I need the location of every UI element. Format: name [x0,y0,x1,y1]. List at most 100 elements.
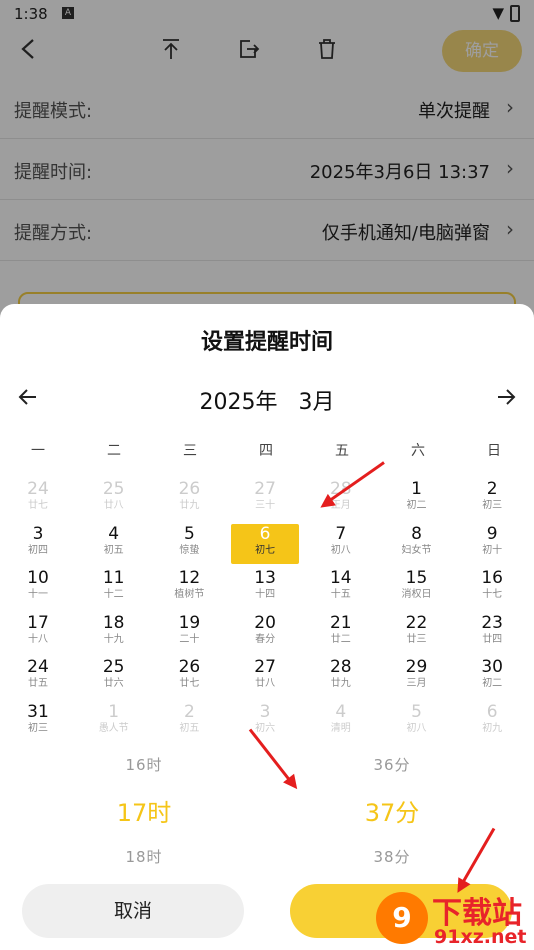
day-number: 27 [254,657,276,678]
lunar-label: 十五 [330,589,351,601]
calendar-day[interactable]: 19 二十 [155,613,223,653]
weekday-label: 日 [487,443,501,459]
calendar-day[interactable]: 30 初二 [458,657,526,697]
calendar-day[interactable]: 28 正月 [307,479,375,519]
watermark: 9 下载站 91xz.net [376,888,534,950]
hour-prev[interactable]: 16时 [44,754,244,775]
next-month-icon[interactable] [496,384,516,412]
lunar-label: 初三 [28,723,48,734]
lunar-label: 植树节 [174,589,205,601]
hour-selected[interactable]: 17时 [44,793,244,828]
day-number: 25 [102,657,125,678]
calendar-day[interactable]: 18 十九 [80,613,148,653]
lunar-label: 廿四 [482,633,503,645]
minute-next[interactable]: 38分 [292,846,492,867]
calendar-day[interactable]: 1 愚人节 [80,702,148,742]
time-picker-sheet: 设置提醒时间 2025年 3月 一二三四五六日 24 廿七 25 廿八 26 廿九 27 三十… [0,304,534,950]
calendar-day[interactable]: 2 初五 [155,702,223,742]
calendar-day[interactable]: 25 廿六 [80,657,148,697]
day-number: 9 [486,523,498,544]
day-number: 28 [329,479,352,499]
calendar-day[interactable]: 25 廿八 [80,479,148,519]
calendar-day[interactable]: 22 廿三 [383,613,451,653]
year-month-label: 2025年 3月 [0,384,534,416]
day-number: 22 [405,612,428,633]
watermark-logo: 9 [376,892,428,944]
calendar-day-selected[interactable]: 6 初七 [231,523,300,564]
lunar-label: 十八 [28,633,48,645]
calendar-day[interactable]: 4 初五 [80,524,148,564]
month-label: 3月 [298,390,335,415]
day-number: 20 [254,612,276,633]
day-number: 4 [335,702,347,722]
lunar-label: 初八 [330,544,351,556]
day-number: 15 [405,568,428,589]
day-number: 1 [108,702,120,722]
day-number: 24 [27,479,49,499]
calendar-day[interactable]: 23 廿四 [458,613,526,653]
day-number: 26 [178,657,201,678]
calendar-day[interactable]: 5 惊蛰 [155,524,223,564]
lunar-label: 初二 [406,500,427,511]
weekday-label: 四 [259,443,273,459]
calendar-day[interactable]: 1 初二 [383,479,451,519]
day-number: 25 [102,479,125,499]
calendar-day[interactable]: 8 妇女节 [383,524,451,564]
calendar-day[interactable]: 26 廿七 [155,657,223,697]
lunar-label: 廿三 [406,633,427,645]
calendar-day[interactable]: 3 初六 [231,702,299,742]
day-number: 3 [259,702,271,722]
lunar-label: 妇女节 [401,544,432,556]
calendar-day[interactable]: 9 初十 [458,524,526,564]
calendar-day[interactable]: 24 廿七 [4,479,72,519]
calendar-day[interactable]: 4 清明 [307,702,375,742]
day-number: 14 [329,568,352,589]
minute-selected[interactable]: 37分 [292,793,492,828]
day-number: 12 [178,568,201,589]
calendar-day[interactable]: 24 廿五 [4,657,72,697]
weekday-label: 五 [335,443,349,459]
lunar-label: 十二 [103,589,124,601]
calendar-day[interactable]: 31 初三 [4,702,72,742]
calendar-day[interactable]: 6 初九 [458,702,526,742]
calendar-day[interactable]: 27 三十 [231,479,299,519]
lunar-label: 十九 [103,633,124,645]
watermark-text-bottom: 91xz.net [434,926,527,948]
day-number: 23 [481,612,503,633]
day-number: 6 [259,523,271,544]
lunar-label: 廿八 [103,500,124,511]
calendar-day[interactable]: 17 十八 [4,613,72,653]
day-number: 2 [183,702,195,722]
calendar-day[interactable]: 27 廿八 [231,657,299,697]
minute-picker[interactable]: 36分 37分 38分 [292,754,492,867]
lunar-label: 廿九 [179,500,200,511]
calendar-day[interactable]: 14 十五 [307,568,375,608]
lunar-label: 初五 [179,723,200,734]
calendar-day[interactable]: 28 廿九 [307,657,375,697]
minute-prev[interactable]: 36分 [292,754,492,775]
day-number: 16 [481,568,503,589]
calendar-day[interactable]: 29 三月 [383,657,451,697]
calendar-day[interactable]: 15 消权日 [383,568,451,608]
calendar-day[interactable]: 16 十七 [458,568,526,608]
day-number: 31 [27,702,49,722]
calendar-day[interactable]: 3 初四 [4,524,72,564]
lunar-label: 十四 [255,589,276,601]
lunar-label: 初十 [482,544,503,556]
calendar-day[interactable]: 7 初八 [307,524,375,564]
hour-picker[interactable]: 16时 17时 18时 [44,754,244,867]
calendar-day[interactable]: 21 廿二 [307,613,375,653]
lunar-label: 廿八 [255,678,276,690]
hour-next[interactable]: 18时 [44,846,244,867]
day-number: 19 [178,612,201,633]
calendar-day[interactable]: 13 十四 [231,568,299,608]
calendar-day[interactable]: 10 十一 [4,568,72,608]
calendar-day[interactable]: 12 植树节 [155,568,223,608]
calendar-day[interactable]: 5 初八 [383,702,451,742]
calendar-day[interactable]: 26 廿九 [155,479,223,519]
calendar-day[interactable]: 11 十二 [80,568,148,608]
cancel-button[interactable]: 取消 [22,884,244,938]
calendar-day[interactable]: 20 春分 [231,613,299,653]
lunar-label: 廿七 [28,500,48,511]
calendar-day[interactable]: 2 初三 [458,479,526,519]
